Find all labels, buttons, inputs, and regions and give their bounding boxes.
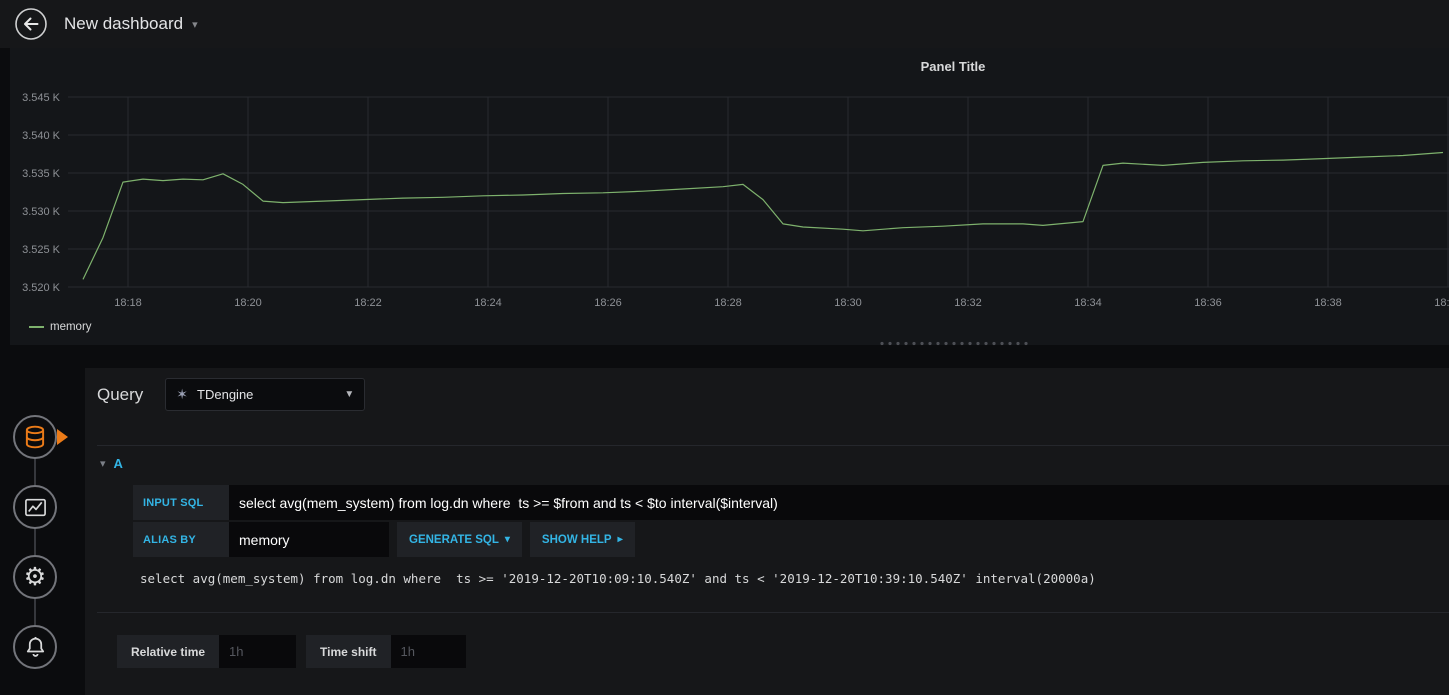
- svg-text:18:32: 18:32: [954, 297, 982, 309]
- grafana-app: New dashboard ▾ Panel Title 3.520 K 3.525…: [0, 0, 1449, 695]
- generated-sql-text: select avg(mem_system) from log.dn where…: [140, 571, 1096, 586]
- svg-text:18:18: 18:18: [114, 297, 142, 309]
- divider: [97, 612, 1449, 613]
- tab-visualization[interactable]: [13, 485, 57, 529]
- top-bar: New dashboard ▾: [0, 0, 1449, 48]
- svg-text:18:36: 18:36: [1194, 297, 1222, 309]
- query-fields: INPUT SQL ALIAS BY GENERATE SQL ▾ SHOW H…: [133, 485, 1449, 557]
- legend-label: memory: [50, 321, 92, 333]
- show-help-button[interactable]: SHOW HELP ▸: [529, 522, 635, 557]
- bell-icon: [26, 636, 44, 657]
- legend-item-memory[interactable]: memory: [29, 321, 92, 333]
- generate-sql-label: GENERATE SQL: [409, 533, 499, 546]
- show-help-label: SHOW HELP: [541, 533, 612, 546]
- alias-by-label: ALIAS BY: [133, 522, 229, 557]
- query-ref-id: A: [113, 456, 123, 471]
- time-shift-label: Time shift: [306, 635, 391, 668]
- gear-icon: ⚙: [23, 562, 47, 591]
- chevron-down-icon: ▼: [344, 389, 355, 400]
- tab-general[interactable]: ⚙: [13, 555, 57, 599]
- datasource-name: TDengine: [197, 387, 254, 402]
- database-icon: [25, 425, 45, 449]
- chevron-right-icon: ▸: [617, 534, 623, 545]
- svg-text:18:38: 18:38: [1314, 297, 1342, 309]
- divider: [97, 445, 1449, 446]
- svg-text:3.530 K: 3.530 K: [22, 206, 61, 218]
- horizontal-scrollbar[interactable]: [878, 341, 1028, 346]
- query-editor-panel: Query ✶ TDengine ▼ ▾ A INPUT SQL ALIAS B: [85, 368, 1449, 695]
- svg-text:3.535 K: 3.535 K: [22, 168, 61, 180]
- alias-by-field[interactable]: [229, 522, 389, 557]
- svg-text:18:28: 18:28: [714, 297, 742, 309]
- query-header: Query ✶ TDengine ▼: [97, 378, 1437, 411]
- relative-time-label: Relative time: [117, 635, 220, 668]
- svg-text:18:40: 18:40: [1434, 297, 1449, 309]
- svg-text:18:34: 18:34: [1074, 297, 1102, 309]
- tab-queries[interactable]: [13, 415, 57, 459]
- tab-alert[interactable]: [13, 625, 57, 669]
- arrow-left-icon: [24, 17, 39, 31]
- alias-by-row: ALIAS BY GENERATE SQL ▾ SHOW HELP ▸: [133, 522, 1449, 557]
- panel-edit-area: ⚙ Query ✶ TDengine ▼ ▾ A INPUT SQL selec…: [0, 352, 1449, 695]
- chevron-down-icon: ▾: [504, 534, 510, 545]
- chevron-down-icon: ▾: [192, 18, 198, 31]
- dashboard-title: New dashboard: [64, 14, 184, 33]
- input-sql-row: INPUT SQL: [133, 485, 1449, 520]
- relative-time-field[interactable]: [219, 635, 297, 668]
- svg-text:3.545 K: 3.545 K: [22, 92, 61, 104]
- generate-sql-button[interactable]: GENERATE SQL ▾: [397, 522, 522, 557]
- edit-tab-rail: ⚙: [0, 352, 85, 695]
- svg-text:18:20: 18:20: [234, 297, 262, 309]
- back-button[interactable]: [14, 7, 48, 41]
- legend-swatch: [29, 326, 44, 328]
- time-options-row: Relative time Time shift: [117, 635, 1449, 668]
- input-sql-label: INPUT SQL: [133, 485, 229, 520]
- query-section-heading: Query: [97, 384, 144, 404]
- datasource-picker[interactable]: ✶ TDengine ▼: [165, 378, 366, 411]
- svg-text:18:24: 18:24: [474, 297, 502, 309]
- svg-text:3.525 K: 3.525 K: [22, 244, 61, 256]
- time-shift-field[interactable]: [390, 635, 466, 668]
- collapse-caret-icon[interactable]: ▾: [100, 457, 106, 470]
- dashboard-title-dropdown[interactable]: New dashboard ▾: [64, 14, 198, 34]
- svg-text:3.520 K: 3.520 K: [22, 282, 61, 294]
- timeseries-chart[interactable]: 3.520 K 3.525 K 3.530 K 3.535 K 3.540 K 3.545…: [10, 48, 1449, 345]
- graph-panel: Panel Title 3.520 K 3.525 K 3.530 K 3.535 K…: [10, 48, 1449, 345]
- svg-text:18:30: 18:30: [834, 297, 862, 309]
- chart-icon: [24, 498, 46, 516]
- input-sql-field[interactable]: [229, 485, 1449, 520]
- svg-text:18:26: 18:26: [594, 297, 622, 309]
- query-row-a: ▾ A: [100, 456, 1449, 471]
- svg-text:18:22: 18:22: [354, 297, 382, 309]
- svg-text:3.540 K: 3.540 K: [22, 130, 61, 142]
- tdengine-icon: ✶: [176, 386, 189, 402]
